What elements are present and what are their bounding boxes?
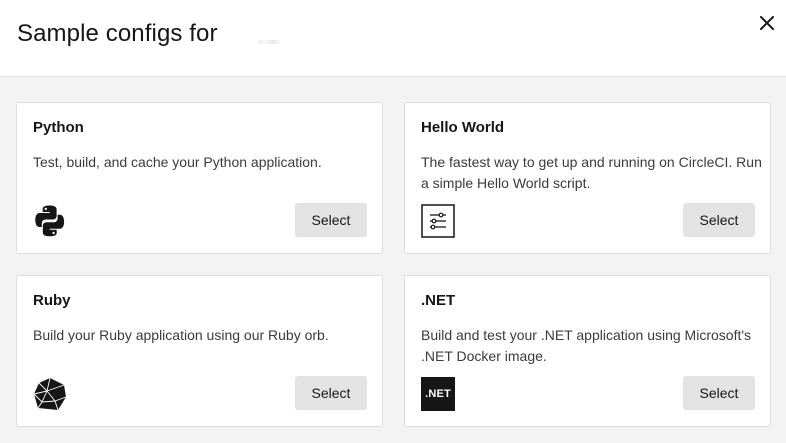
- select-button-python[interactable]: Select: [295, 203, 367, 237]
- dotnet-icon: .NET: [421, 377, 455, 411]
- sample-configs-modal: Sample configs for Python Test, build, a…: [0, 0, 786, 443]
- modal-header: Sample configs for: [0, 0, 786, 77]
- close-icon: [754, 10, 780, 36]
- card-description: Test, build, and cache your Python appli…: [33, 154, 322, 170]
- card-description: Build your Ruby application using our Ru…: [33, 327, 329, 343]
- config-card-python: Python Test, build, and cache your Pytho…: [16, 102, 383, 254]
- config-card-hello-world: Hello World The fastest way to get up an…: [404, 102, 771, 254]
- hello-world-sliders-icon: [421, 204, 455, 238]
- modal-title: Sample configs for: [17, 20, 218, 47]
- config-card-dotnet: .NET Build and test your .NET applicatio…: [404, 275, 771, 427]
- project-name-placeholder: [258, 40, 280, 44]
- close-button[interactable]: [754, 10, 780, 36]
- card-description: The fastest way to get up and running on…: [421, 154, 762, 191]
- python-icon: [33, 204, 67, 238]
- select-button-ruby[interactable]: Select: [295, 376, 367, 410]
- card-title: .NET: [421, 292, 456, 309]
- ruby-icon: [33, 377, 67, 411]
- card-title: Ruby: [33, 292, 71, 309]
- select-button-dotnet[interactable]: Select: [683, 376, 755, 410]
- select-button-hello-world[interactable]: Select: [683, 203, 755, 237]
- card-title: Python: [33, 119, 84, 136]
- card-description: Build and test your .NET application usi…: [421, 327, 752, 364]
- card-title: Hello World: [421, 119, 505, 136]
- config-card-ruby: Ruby Build your Ruby application using o…: [16, 275, 383, 427]
